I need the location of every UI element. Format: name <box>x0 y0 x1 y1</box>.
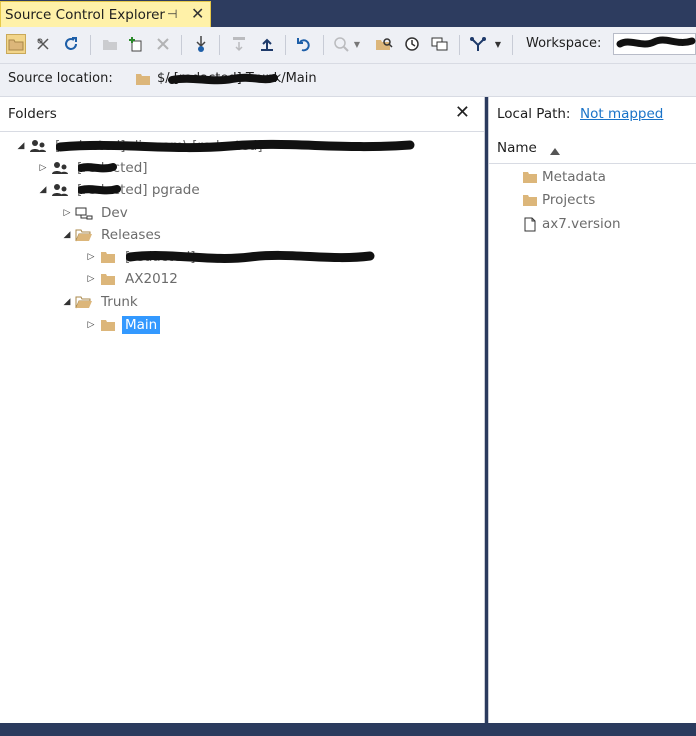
get-latest-icon[interactable] <box>191 34 211 54</box>
list-item[interactable]: ax7.version <box>521 213 621 235</box>
collapse-arrow-icon[interactable]: ◢ <box>36 185 50 195</box>
toolbar-separator <box>90 35 91 55</box>
close-icon[interactable]: ✕ <box>455 102 470 123</box>
tree-node-trunk[interactable]: ◢ Trunk <box>60 291 141 313</box>
redaction-mark <box>56 139 415 153</box>
tree-node-label: AX2012 <box>125 271 178 287</box>
contents-pane: Local Path: Not mapped Name Metadata Pro… <box>488 97 696 723</box>
compare-icon[interactable] <box>332 34 352 54</box>
team-project-collection-icon <box>28 138 48 154</box>
team-project-icon <box>50 160 70 176</box>
file-icon <box>521 216 539 232</box>
bottom-frame <box>0 723 696 736</box>
name-column-label: Name <box>497 140 537 156</box>
tree-node-releases[interactable]: ◢ Releases <box>60 224 164 246</box>
tree-node-main[interactable]: ▷ Main <box>84 314 161 336</box>
expand-arrow-icon[interactable]: ▷ <box>84 252 98 262</box>
collapse-arrow-icon[interactable]: ◢ <box>14 141 28 151</box>
sort-ascending-icon <box>550 144 560 159</box>
tab-title: Source Control Explorer <box>5 6 165 23</box>
toolbar-separator <box>181 35 182 55</box>
tree-node-label: Releases <box>101 227 161 243</box>
redaction-mark <box>168 73 278 85</box>
folder-icon <box>521 169 539 185</box>
expand-arrow-icon[interactable]: ▷ <box>84 274 98 284</box>
workspace-combobox[interactable] <box>613 33 696 55</box>
team-project-icon <box>50 182 70 198</box>
local-path-label: Local Path: <box>497 106 571 122</box>
check-in-icon[interactable] <box>257 34 277 54</box>
tree-node-label: Trunk <box>101 294 138 310</box>
delete-icon[interactable] <box>153 34 173 54</box>
chevron-down-icon[interactable]: ▼ <box>493 34 503 54</box>
chevron-down-icon[interactable]: ▼ <box>352 34 362 54</box>
disconnect-icon[interactable] <box>33 34 53 54</box>
folder-icon <box>98 249 118 265</box>
tree-node-ax2012[interactable]: ▷ AX2012 <box>84 268 181 290</box>
redaction-mark <box>78 185 121 195</box>
pin-icon[interactable]: ⊣ <box>167 7 177 21</box>
redaction-mark <box>78 163 117 173</box>
toolbar-separator <box>459 35 460 55</box>
folder-icon <box>521 192 539 208</box>
list-item-name: Metadata <box>542 169 606 185</box>
check-in-pending-icon[interactable] <box>229 34 249 54</box>
history-icon[interactable] <box>402 34 422 54</box>
find-icon[interactable] <box>374 34 394 54</box>
toolbar-separator <box>323 35 324 55</box>
list-item-name: Projects <box>542 192 596 208</box>
workspace-label: Workspace: <box>526 36 602 51</box>
source-location-label: Source location: <box>8 71 113 86</box>
tree-node-label-selected: Main <box>122 316 161 334</box>
toolbar-separator <box>219 35 220 55</box>
source-control-explorer-tab[interactable]: Source Control Explorer ⊣ ✕ <box>0 1 211 27</box>
list-item[interactable]: Projects <box>521 189 595 211</box>
folder-icon <box>98 271 118 287</box>
redaction-mark <box>126 250 375 263</box>
name-column-header[interactable]: Name <box>489 131 696 164</box>
collapse-arrow-icon[interactable]: ◢ <box>60 230 74 240</box>
folders-header: Folders ✕ <box>0 97 484 132</box>
tree-node-dev[interactable]: ▷ Dev <box>60 202 131 224</box>
folders-pane: Folders ✕ ◢ [redacted] dio.com\ [redacte… <box>0 97 485 723</box>
tree-node-label: Dev <box>101 205 128 221</box>
toolbar-separator <box>285 35 286 55</box>
close-tab-icon[interactable]: ✕ <box>191 4 204 23</box>
folder-view-icon[interactable] <box>6 34 26 54</box>
toolbar-separator <box>512 35 513 55</box>
expand-arrow-icon[interactable]: ▷ <box>84 320 98 330</box>
toolbar: ▼ ▼ Workspace: <box>0 27 696 64</box>
new-folder-icon[interactable] <box>100 34 120 54</box>
document-tab-bar: Source Control Explorer ⊣ ✕ <box>0 0 696 27</box>
expand-arrow-icon[interactable]: ▷ <box>36 163 50 173</box>
folder-icon <box>98 317 118 333</box>
add-items-icon[interactable] <box>126 34 146 54</box>
list-item[interactable]: Metadata <box>521 166 606 188</box>
refresh-icon[interactable] <box>61 34 81 54</box>
undo-icon[interactable] <box>294 34 314 54</box>
branch-folder-icon <box>74 205 94 221</box>
collapse-arrow-icon[interactable]: ◢ <box>60 297 74 307</box>
expand-arrow-icon[interactable]: ▷ <box>60 208 74 218</box>
branch-icon[interactable] <box>468 34 488 54</box>
folder-icon <box>135 72 151 90</box>
workspaces-icon[interactable] <box>430 34 450 54</box>
open-folder-icon <box>74 294 94 310</box>
list-item-name: ax7.version <box>542 216 621 232</box>
not-mapped-link[interactable]: Not mapped <box>580 106 663 122</box>
folders-title: Folders <box>8 106 57 122</box>
open-folder-icon <box>74 227 94 243</box>
source-location-bar: Source location: $/ [redacted] Trunk/Mai… <box>0 64 696 97</box>
